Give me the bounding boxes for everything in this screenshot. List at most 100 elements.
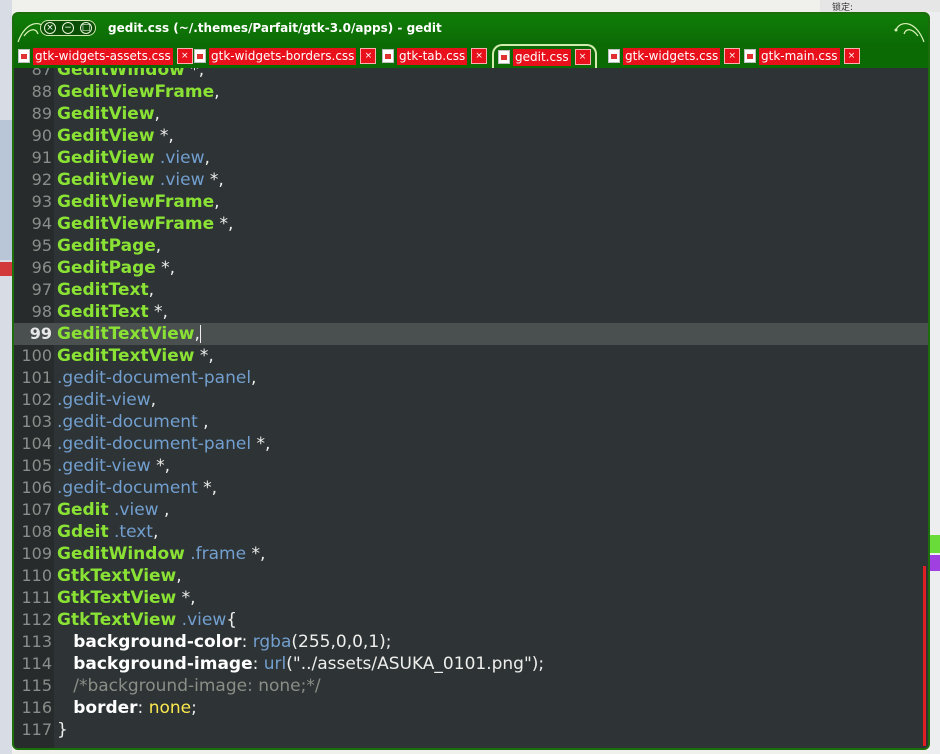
- file-icon: [194, 49, 206, 63]
- close-window-button[interactable]: ×: [44, 22, 56, 34]
- code-text: GtkTextView,: [57, 565, 182, 587]
- code-token: *,: [150, 456, 170, 476]
- tab-gtk-widgets-assets[interactable]: gtk-widgets-assets.css ×: [18, 46, 193, 66]
- tab-label: gtk-widgets.css: [623, 47, 721, 65]
- code-line[interactable]: 109 GeditWindow .frame *,: [14, 543, 928, 565]
- code-text: .gedit-document-panel,: [57, 367, 256, 389]
- tab-gtk-widgets-borders[interactable]: gtk-widgets-borders.css ×: [194, 46, 377, 66]
- code-line[interactable]: 102 .gedit-view,: [14, 389, 928, 411]
- code-token: .gedit-document: [57, 478, 198, 498]
- code-token: *,: [155, 258, 176, 278]
- tab-close-button[interactable]: ×: [176, 48, 193, 64]
- code-line[interactable]: 103 .gedit-document ,: [14, 411, 928, 433]
- code-line[interactable]: 104 .gedit-document-panel *,: [14, 433, 928, 455]
- tab-close-button[interactable]: ×: [360, 48, 377, 64]
- code-line[interactable]: 117}: [14, 719, 928, 741]
- line-number: 90: [31, 126, 52, 145]
- code-editor[interactable]: 87 GeditWindow *, 88 GeditViewFrame, 89 Gedit…: [14, 68, 928, 748]
- code-text: GeditText *,: [57, 301, 168, 323]
- code-line[interactable]: 92 GeditView .view *,: [14, 169, 928, 191]
- line-number: 103: [21, 412, 52, 431]
- minimize-window-button[interactable]: −: [62, 22, 74, 34]
- line-number: 111: [21, 588, 52, 607]
- code-text: GeditTextView,: [57, 323, 201, 345]
- code-token: ("../assets/ASUKA_0101.png");: [286, 654, 545, 674]
- line-number: 96: [31, 258, 52, 277]
- code-token: (255,0,0,1);: [291, 632, 392, 652]
- tab-close-button[interactable]: ×: [574, 49, 591, 65]
- code-line[interactable]: 100 GeditTextView *,: [14, 345, 928, 367]
- code-text: GeditView,: [57, 103, 160, 125]
- code-line[interactable]: 112 GtkTextView .view{: [14, 609, 928, 631]
- desktop-swatch-green: [930, 535, 940, 553]
- code-line[interactable]: 91 GeditView .view,: [14, 147, 928, 169]
- line-number: 102: [21, 390, 52, 409]
- desktop-left-strip: [0, 0, 12, 754]
- code-line[interactable]: 101 .gedit-document-panel,: [14, 367, 928, 389]
- code-line[interactable]: 96 GeditPage *,: [14, 257, 928, 279]
- tab-gtk-tab[interactable]: gtk-tab.css ×: [382, 46, 488, 66]
- code-token: .view: [108, 500, 159, 520]
- code-token: .gedit-document: [57, 412, 198, 432]
- code-token: GeditView: [57, 126, 155, 146]
- code-text: .gedit-document-panel *,: [57, 433, 270, 455]
- line-number: 89: [31, 104, 52, 123]
- desktop-panel-red: [0, 262, 12, 276]
- tab-close-button[interactable]: ×: [724, 48, 741, 64]
- code-text: }: [57, 719, 68, 741]
- code-token: GtkTextView: [57, 588, 177, 608]
- code-token: ,: [197, 412, 209, 432]
- code-token: ,: [150, 390, 157, 410]
- tab-gtk-widgets[interactable]: gtk-widgets.css ×: [608, 46, 741, 66]
- code-line[interactable]: 90 GeditView *,: [14, 125, 928, 147]
- code-line[interactable]: 87 GeditWindow *,: [14, 68, 928, 81]
- tab-gtk-main[interactable]: gtk-main.css ×: [744, 46, 860, 66]
- code-text: GeditView *,: [57, 125, 174, 147]
- code-text: .gedit-view,: [57, 389, 156, 411]
- code-line[interactable]: 105 .gedit-view *,: [14, 455, 928, 477]
- code-line[interactable]: 97 GeditText,: [14, 279, 928, 301]
- tab-close-button[interactable]: ×: [471, 48, 488, 64]
- code-text: GeditPage *,: [57, 257, 175, 279]
- code-line[interactable]: 116 border: none;: [14, 697, 928, 719]
- line-number: 117: [21, 720, 52, 739]
- tab-label: gtk-widgets-borders.css: [209, 47, 357, 65]
- line-number: 113: [21, 632, 52, 651]
- code-line[interactable]: 108 Gdeit .text,: [14, 521, 928, 543]
- code-line[interactable]: 98 GeditText *,: [14, 301, 928, 323]
- code-token: .view: [154, 148, 205, 168]
- code-token: GeditText: [57, 280, 149, 300]
- code-line[interactable]: 88 GeditViewFrame,: [14, 81, 928, 103]
- gedit-window: × − □ gedit.css (~/.themes/Parfait/gtk-3…: [12, 12, 930, 750]
- maximize-window-button[interactable]: □: [80, 22, 92, 34]
- code-line[interactable]: 89 GeditView,: [14, 103, 928, 125]
- code-line[interactable]: 107 Gedit .view ,: [14, 499, 928, 521]
- titlebar[interactable]: × − □ gedit.css (~/.themes/Parfait/gtk-3…: [14, 14, 928, 44]
- code-text: border: none;: [57, 697, 197, 719]
- code-token: *,: [154, 126, 174, 146]
- code-line[interactable]: 95 GeditPage,: [14, 235, 928, 257]
- code-text: GeditText,: [57, 279, 154, 301]
- code-line[interactable]: 115 /*background-image: none;*/: [14, 675, 928, 697]
- tab-close-button[interactable]: ×: [843, 48, 860, 64]
- code-line[interactable]: 93 GeditViewFrame,: [14, 191, 928, 213]
- code-line[interactable]: 113 background-color: rgba(255,0,0,1);: [14, 631, 928, 653]
- code-token: ,: [154, 104, 160, 124]
- code-line[interactable]: 106 .gedit-document *,: [14, 477, 928, 499]
- code-line[interactable]: 111 GtkTextView *,: [14, 587, 928, 609]
- code-token: *,: [176, 588, 196, 608]
- code-line[interactable]: 110 GtkTextView,: [14, 565, 928, 587]
- code-line[interactable]: 94 GeditViewFrame *,: [14, 213, 928, 235]
- code-text: GeditTextView *,: [57, 345, 214, 367]
- file-icon: [498, 50, 510, 64]
- code-text: GeditViewFrame,: [57, 191, 220, 213]
- line-number: 97: [31, 280, 52, 299]
- code-line[interactable]: 99 GeditTextView,: [14, 323, 928, 345]
- line-number: 109: [21, 544, 52, 563]
- line-number: 98: [31, 302, 52, 321]
- code-token: *,: [214, 214, 234, 234]
- line-number: 105: [21, 456, 52, 475]
- code-line[interactable]: 114 background-image: url("../assets/ASU…: [14, 653, 928, 675]
- tab-gedit[interactable]: gedit.css ×: [492, 44, 597, 68]
